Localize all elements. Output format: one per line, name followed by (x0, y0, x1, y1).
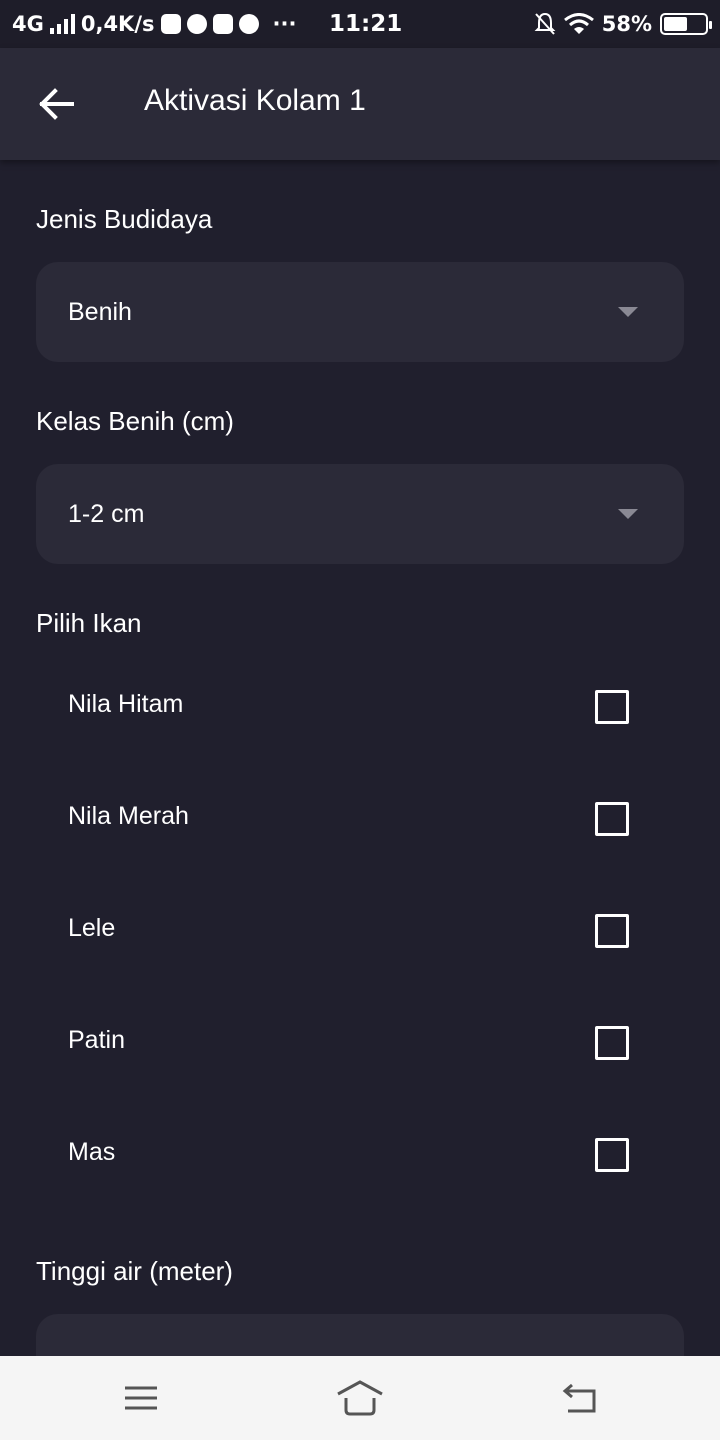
fish-option-patin[interactable]: Patin (36, 1004, 684, 1084)
bell-off-icon (534, 12, 556, 35)
status-bar: 4G 0,4K/s ··· 11:21 58% (0, 0, 720, 48)
checkbox[interactable] (595, 1138, 629, 1172)
fish-option-label: Mas (68, 1138, 116, 1166)
status-left: 4G 0,4K/s ··· (12, 12, 296, 36)
back-button[interactable] (36, 84, 76, 124)
checkbox[interactable] (595, 1026, 629, 1060)
shopping-bag-icon (212, 14, 233, 34)
kelas-benih-dropdown[interactable]: 1-2 cm (36, 464, 684, 564)
arrow-left-icon (39, 88, 74, 120)
fish-option-mas[interactable]: Mas (36, 1116, 684, 1196)
battery-fill (664, 17, 688, 31)
system-nav-bar (0, 1356, 720, 1440)
wifi-icon (563, 13, 594, 34)
caret-down-icon (618, 307, 638, 317)
fish-option-label: Nila Hitam (68, 690, 184, 718)
jenis-budidaya-value: Benih (68, 297, 132, 326)
page-title: Aktivasi Kolam 1 (144, 84, 366, 117)
tinggi-air-label: Tinggi air (meter) (36, 1256, 233, 1286)
fish-option-label: Patin (68, 1026, 125, 1054)
home-button[interactable] (336, 1376, 384, 1420)
menu-icon (125, 1386, 157, 1410)
kelas-benih-value: 1-2 cm (68, 499, 145, 528)
checkbox[interactable] (595, 802, 629, 836)
jenis-budidaya-label: Jenis Budidaya (36, 204, 213, 234)
checkbox[interactable] (595, 914, 629, 948)
caret-down-icon (618, 509, 638, 519)
shopping-bag-icon (160, 14, 181, 34)
signal-icon (49, 14, 75, 34)
chat-bubble-icon (238, 14, 259, 34)
menu-button[interactable] (117, 1376, 165, 1420)
network-speed: 0,4K/s (80, 12, 155, 36)
kelas-benih-label: Kelas Benih (cm) (36, 406, 234, 436)
pilih-ikan-label: Pilih Ikan (36, 608, 142, 638)
more-notifications: ··· (272, 12, 297, 36)
status-time: 11:21 (329, 11, 403, 37)
battery-icon (660, 13, 712, 35)
checkbox[interactable] (595, 690, 629, 724)
status-right: 58% (534, 0, 712, 48)
app-bar: Aktivasi Kolam 1 (0, 48, 720, 160)
gauge-icon (186, 14, 207, 34)
fish-option-nila-hitam[interactable]: Nila Hitam (36, 668, 684, 748)
fish-option-label: Nila Merah (68, 802, 189, 830)
fish-option-label: Lele (68, 914, 116, 942)
home-icon (337, 1380, 383, 1416)
network-type: 4G (12, 12, 44, 36)
battery-percent: 58% (601, 12, 652, 36)
fish-option-nila-merah[interactable]: Nila Merah (36, 780, 684, 860)
back-nav-button[interactable] (556, 1376, 604, 1420)
return-icon (562, 1383, 596, 1413)
fish-option-lele[interactable]: Lele (36, 892, 684, 972)
jenis-budidaya-dropdown[interactable]: Benih (36, 262, 684, 362)
